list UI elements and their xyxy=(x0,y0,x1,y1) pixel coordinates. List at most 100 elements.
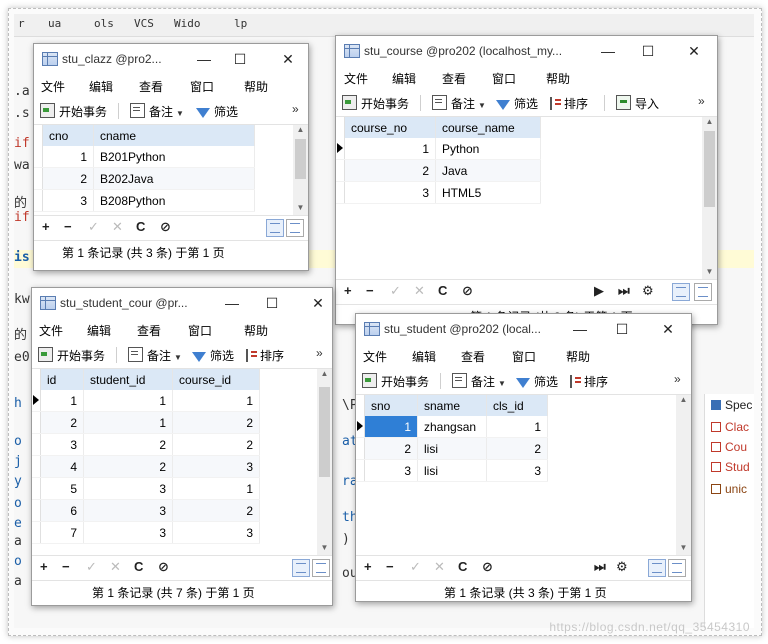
menu-window[interactable]: 窗口 xyxy=(512,348,536,365)
stu-course-window[interactable]: stu_course @pro202 (localhost_my... — ☐ … xyxy=(335,35,718,325)
menu-edit[interactable]: 编辑 xyxy=(89,78,113,95)
table-cell[interactable]: 3 xyxy=(42,189,94,212)
column-header[interactable]: id xyxy=(40,369,84,390)
table-row[interactable]: 1 zhangsan 1 xyxy=(356,416,548,438)
table-row[interactable]: 531 xyxy=(32,477,260,500)
add-record-button[interactable]: + xyxy=(364,559,372,574)
stop-button[interactable]: ⊘ xyxy=(158,559,169,575)
close-button[interactable]: ✕ xyxy=(658,320,678,338)
table-row[interactable]: 111 xyxy=(32,390,260,412)
menu-window[interactable]: 窗口 xyxy=(492,70,516,87)
table-cell[interactable]: lisi xyxy=(417,459,487,482)
stop-button[interactable]: ⊘ xyxy=(482,559,493,575)
table-cell[interactable]: 2 xyxy=(83,433,173,456)
scroll-down-icon[interactable]: ▼ xyxy=(293,203,308,215)
import-button[interactable]: 导入 xyxy=(616,95,659,112)
title-bar[interactable]: stu_student_cour @pr... — ☐ ✕ xyxy=(32,288,332,318)
table-cell[interactable]: Python xyxy=(435,138,541,160)
table-cell[interactable]: 3 xyxy=(344,181,436,204)
table-cell[interactable]: 3 xyxy=(83,499,173,522)
table-cell[interactable]: 4 xyxy=(40,455,84,478)
refresh-button[interactable]: C xyxy=(438,283,447,298)
table-row[interactable]: 3 B208Python xyxy=(34,189,255,212)
table-cell[interactable]: 2 xyxy=(486,437,548,460)
discard-changes-button[interactable]: ✕ xyxy=(414,283,425,299)
table-cell[interactable]: HTML5 xyxy=(435,181,541,204)
column-header[interactable]: cls_id xyxy=(486,395,548,416)
maximize-button[interactable]: ☐ xyxy=(612,320,632,338)
last-record-button[interactable]: ⏭ xyxy=(594,559,606,575)
refresh-button[interactable]: C xyxy=(458,559,467,574)
table-cell[interactable]: zhangsan xyxy=(417,416,487,438)
apply-changes-button[interactable]: ✓ xyxy=(88,219,99,235)
last-record-button[interactable]: ⏭ xyxy=(618,283,630,299)
table-cell[interactable]: 2 xyxy=(172,411,260,434)
apply-changes-button[interactable]: ✓ xyxy=(86,559,97,575)
stu-clazz-window[interactable]: stu_clazz @pro2... — ☐ ✕ 文件 编辑 查看 窗口 帮助 … xyxy=(33,43,309,271)
table-cell[interactable]: 2 xyxy=(172,499,260,522)
add-record-button[interactable]: + xyxy=(40,559,48,574)
filter-button[interactable]: 筛选 xyxy=(516,373,558,390)
sort-button[interactable]: 排序 xyxy=(550,95,588,112)
menu-help[interactable]: 帮助 xyxy=(546,70,570,87)
add-record-button[interactable]: + xyxy=(42,219,50,234)
close-button[interactable]: ✕ xyxy=(684,42,704,60)
table-cell[interactable]: 1 xyxy=(42,146,94,168)
add-record-button[interactable]: + xyxy=(344,283,352,298)
form-view-icon[interactable] xyxy=(286,219,304,237)
table-cell[interactable]: 2 xyxy=(83,455,173,478)
menu-help[interactable]: 帮助 xyxy=(244,78,268,95)
grid-view-icon[interactable] xyxy=(292,559,310,577)
table-cell[interactable]: 3 xyxy=(486,459,548,482)
scroll-up-icon[interactable]: ▲ xyxy=(702,117,717,129)
stu-student-course-window[interactable]: stu_student_cour @pr... — ☐ ✕ 文件 编辑 查看 窗… xyxy=(31,287,333,606)
sort-button[interactable]: 排序 xyxy=(246,347,284,364)
table-cell[interactable]: 1 xyxy=(83,411,173,434)
table-cell[interactable]: 3 xyxy=(40,433,84,456)
begin-transaction-button[interactable]: 开始事务 xyxy=(362,373,429,390)
form-view-icon[interactable] xyxy=(668,559,686,577)
menu-file[interactable]: 文件 xyxy=(363,348,387,365)
column-header[interactable]: course_id xyxy=(172,369,260,390)
vertical-scrollbar[interactable]: ▲ ▼ xyxy=(676,395,691,555)
discard-changes-button[interactable]: ✕ xyxy=(112,219,123,235)
table-cell[interactable]: 1 xyxy=(172,477,260,500)
scroll-down-icon[interactable]: ▼ xyxy=(317,543,332,555)
form-view-icon[interactable] xyxy=(694,283,712,301)
menu-view[interactable]: 查看 xyxy=(442,70,466,87)
discard-changes-button[interactable]: ✕ xyxy=(110,559,121,575)
table-cell[interactable]: 3 xyxy=(83,477,173,500)
table-cell[interactable]: 1 xyxy=(486,416,548,438)
table-row[interactable]: 632 xyxy=(32,499,260,522)
note-button[interactable]: 备注 ▼ xyxy=(452,373,506,390)
discard-changes-button[interactable]: ✕ xyxy=(434,559,445,575)
begin-transaction-button[interactable]: 开始事务 xyxy=(40,103,107,120)
toolbar-overflow-button[interactable]: » xyxy=(674,372,681,386)
minimize-button[interactable]: — xyxy=(570,320,590,338)
scroll-up-icon[interactable]: ▲ xyxy=(317,369,332,381)
toolbar-overflow-button[interactable]: » xyxy=(698,94,705,108)
table-cell[interactable]: B208Python xyxy=(93,189,255,212)
column-header[interactable]: course_no xyxy=(344,117,436,138)
grid-view-icon[interactable] xyxy=(648,559,666,577)
begin-transaction-button[interactable]: 开始事务 xyxy=(38,347,105,364)
delete-record-button[interactable]: − xyxy=(64,219,72,234)
settings-gear-icon[interactable]: ⚙ xyxy=(616,559,628,575)
scroll-up-icon[interactable]: ▲ xyxy=(676,395,691,407)
column-header[interactable]: cname xyxy=(93,125,255,146)
minimize-button[interactable]: — xyxy=(194,50,214,68)
table-row[interactable]: 212 xyxy=(32,411,260,434)
stop-button[interactable]: ⊘ xyxy=(160,219,171,235)
stu-student-window[interactable]: stu_student @pro202 (local... — ☐ ✕ 文件 编… xyxy=(355,313,692,602)
filter-button[interactable]: 筛选 xyxy=(192,347,234,364)
form-view-icon[interactable] xyxy=(312,559,330,577)
menu-file[interactable]: 文件 xyxy=(41,78,65,95)
menu-help[interactable]: 帮助 xyxy=(566,348,590,365)
vertical-scrollbar[interactable]: ▲ ▼ xyxy=(317,369,332,555)
filter-button[interactable]: 筛选 xyxy=(496,95,538,112)
note-button[interactable]: 备注 ▼ xyxy=(130,103,184,120)
minimize-button[interactable]: — xyxy=(222,294,242,312)
table-row[interactable]: 1 B201Python xyxy=(34,146,255,168)
toolbar-overflow-button[interactable]: » xyxy=(292,102,299,116)
title-bar[interactable]: stu_clazz @pro2... — ☐ ✕ xyxy=(34,44,308,74)
